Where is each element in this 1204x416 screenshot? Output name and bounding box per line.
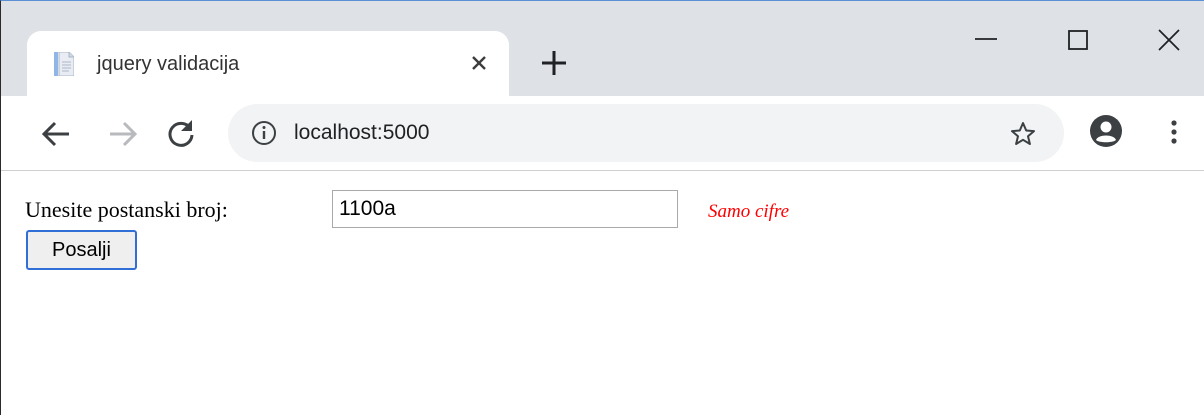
postal-code-input[interactable]	[332, 190, 678, 228]
document-icon	[54, 51, 75, 77]
bookmark-star-icon[interactable]	[1009, 120, 1037, 148]
tab-title: jquery validacija	[97, 53, 240, 75]
kebab-menu-icon[interactable]	[1162, 115, 1186, 149]
browser-toolbar: localhost:5000	[1, 96, 1204, 171]
forward-arrow-icon[interactable]	[104, 116, 140, 152]
minimize-icon[interactable]	[966, 23, 1006, 63]
tab-strip: jquery validacija	[1, 1, 1204, 96]
info-icon[interactable]	[251, 120, 277, 146]
tab-active[interactable]: jquery validacija	[27, 31, 509, 96]
new-tab-plus-icon[interactable]	[538, 47, 570, 79]
address-bar[interactable]: localhost:5000	[228, 104, 1064, 162]
window-close-icon[interactable]	[1149, 23, 1189, 63]
reload-icon[interactable]	[163, 116, 199, 152]
tab-close-icon[interactable]	[465, 49, 493, 77]
validation-error-message: Samo cifre	[708, 201, 790, 222]
maximize-icon[interactable]	[1058, 23, 1098, 63]
back-arrow-icon[interactable]	[39, 116, 75, 152]
url-text[interactable]: localhost:5000	[294, 119, 429, 147]
postal-code-label: Unesite postanski broj:	[25, 197, 228, 222]
profile-avatar-icon[interactable]	[1089, 114, 1123, 148]
page-content: Unesite postanski broj: Samo cifre Posal…	[1, 171, 1204, 416]
browser-window: jquery validacija localhost:5000 Unesite…	[0, 0, 1204, 416]
submit-button[interactable]: Posalji	[26, 230, 137, 270]
